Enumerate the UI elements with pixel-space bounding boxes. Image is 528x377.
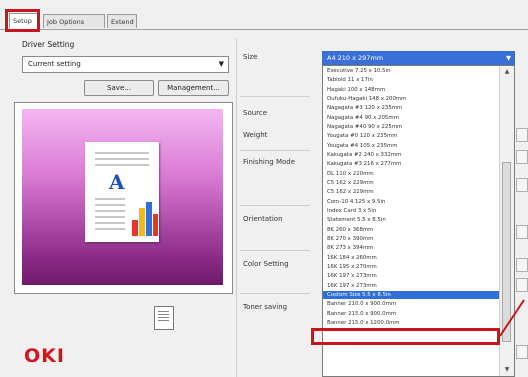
group-divider <box>240 96 310 97</box>
scrollbar[interactable]: ▲ ▼ <box>499 66 514 376</box>
setup-tab-highlight <box>5 9 40 32</box>
tab-strip: Setup Job Options Extend <box>0 0 528 30</box>
size-option[interactable]: 8K 260 x 368mm <box>323 226 499 234</box>
size-option[interactable]: Nagagata #4 90 x 205mm <box>323 114 499 122</box>
driver-setting-value: Current setting <box>28 60 81 68</box>
size-option[interactable]: C5 162 x 229mm <box>323 188 499 196</box>
side-control[interactable] <box>516 258 528 272</box>
size-option[interactable]: Nagagata #40 90 x 225mm <box>323 123 499 131</box>
selected-item-highlight <box>311 328 500 345</box>
group-divider <box>240 293 310 294</box>
orientation-label: Orientation <box>243 215 283 223</box>
size-option[interactable]: 16K 197 x 273mm <box>323 282 499 290</box>
group-divider <box>240 150 310 151</box>
size-option[interactable]: Kakugata #2 240 x 332mm <box>323 151 499 159</box>
tab-extend[interactable]: Extend <box>107 14 137 28</box>
management-button[interactable]: Management... <box>158 80 229 96</box>
size-option[interactable]: Oufuku-Hagaki 148 x 200mm <box>323 95 499 103</box>
driver-setting-label: Driver Setting <box>22 40 75 49</box>
page-preview: A <box>14 102 233 294</box>
preview-background: A <box>22 109 223 285</box>
side-control[interactable] <box>516 178 528 192</box>
color-setting-label: Color Setting <box>243 260 289 268</box>
size-option[interactable]: 8K 270 x 390mm <box>323 235 499 243</box>
size-option[interactable]: Index Card 3 x 5in <box>323 207 499 215</box>
size-option[interactable]: Statement 5.5 x 8.5in <box>323 216 499 224</box>
size-option[interactable]: Hagaki 100 x 148mm <box>323 86 499 94</box>
size-option[interactable]: 8K 273 x 394mm <box>323 244 499 252</box>
weight-label: Weight <box>243 131 268 139</box>
toner-saving-label: Toner saving <box>243 303 288 311</box>
size-option[interactable]: C5 162 x 229mm <box>323 179 499 187</box>
size-option[interactable]: Kakugata #3 216 x 277mm <box>323 160 499 168</box>
printer-properties-window: Setup Job Options Extend Driver Setting … <box>0 0 528 377</box>
dropdown-arrow-icon: ▼ <box>506 54 511 62</box>
size-option[interactable]: Tabloid 11 x 17in <box>323 76 499 84</box>
scroll-thumb[interactable] <box>502 162 511 342</box>
size-option[interactable]: Nagagata #3 120 x 235mm <box>323 104 499 112</box>
group-divider <box>240 205 310 206</box>
bar-chart-icon <box>132 202 158 236</box>
group-divider <box>240 250 310 251</box>
dropdown-arrow-icon: ▼ <box>218 60 224 68</box>
save-button[interactable]: Save... <box>84 80 154 96</box>
size-label: Size <box>243 53 258 61</box>
letter-a-glyph: A <box>109 170 125 194</box>
size-option[interactable]: Yougata #0 120 x 235mm <box>323 132 499 140</box>
side-control[interactable] <box>516 225 528 239</box>
size-option[interactable]: DL 110 x 220mm <box>323 170 499 178</box>
size-select[interactable]: A4 210 x 297mm ▼ <box>322 51 515 65</box>
size-option[interactable]: Yougata #4 105 x 235mm <box>323 142 499 150</box>
side-control[interactable] <box>516 128 528 142</box>
side-control[interactable] <box>516 278 528 292</box>
source-label: Source <box>243 109 268 117</box>
size-option[interactable]: 16K 195 x 270mm <box>323 263 499 271</box>
panel-divider <box>236 38 237 377</box>
scroll-up-icon[interactable]: ▲ <box>500 66 514 78</box>
size-option[interactable]: Banner 210.0 x 900.0mm <box>323 300 499 308</box>
size-option[interactable]: Com-10 4.125 x 9.5in <box>323 198 499 206</box>
oki-logo: OKI <box>24 345 65 367</box>
size-select-value: A4 210 x 297mm <box>327 54 384 62</box>
document-preview-icon: A <box>85 142 159 242</box>
size-option[interactable]: 16K 197 x 273mm <box>323 272 499 280</box>
tab-job-options[interactable]: Job Options <box>43 14 105 28</box>
driver-setting-select[interactable]: Current setting ▼ <box>22 56 229 73</box>
size-option[interactable]: Banner 215.0 x 900.0mm <box>323 310 499 318</box>
size-option[interactable]: 16K 184 x 260mm <box>323 254 499 262</box>
side-control[interactable] <box>516 345 528 359</box>
size-option[interactable]: Custom Size 5.5 x 8.5in <box>323 290 499 299</box>
finishing-mode-label: Finishing Mode <box>243 158 296 166</box>
side-control[interactable] <box>516 150 528 164</box>
size-option[interactable]: Banner 215.0 x 1200.0mm <box>323 319 499 327</box>
scroll-down-icon[interactable]: ▼ <box>500 364 514 376</box>
size-option[interactable]: Executive 7.25 x 10.5in <box>323 67 499 75</box>
page-preview-icon[interactable] <box>154 306 174 330</box>
